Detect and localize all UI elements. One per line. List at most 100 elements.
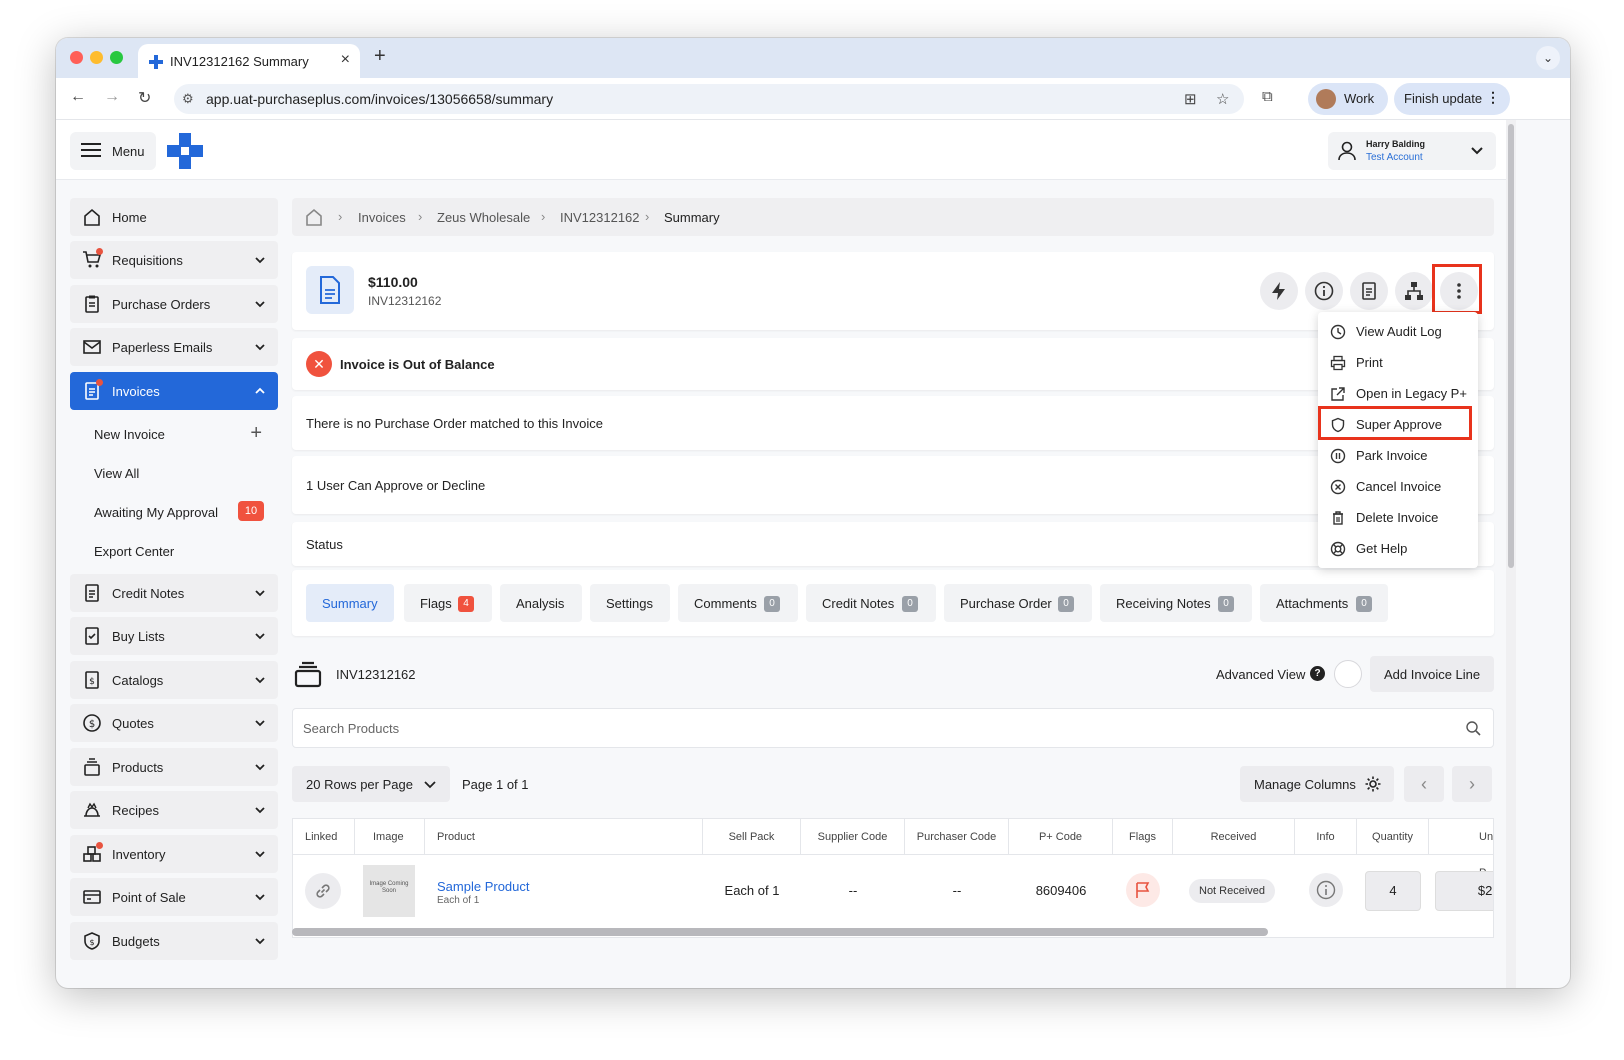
advanced-view-toggle[interactable] <box>1334 660 1362 688</box>
sidebar-item-recipes[interactable]: Recipes <box>70 791 278 829</box>
scrollbar-thumb[interactable] <box>1508 124 1514 568</box>
tab-bar: INV12312162 Summary × + ⌄ <box>56 38 1570 78</box>
browser-toolbar: ← → ↻ ⚙ app.uat-purchaseplus.com/invoice… <box>56 78 1570 120</box>
menu-item-get-help[interactable]: Get Help <box>1318 533 1478 564</box>
menu-item-cancel-invoice[interactable]: Cancel Invoice <box>1318 471 1478 502</box>
sidebar-item-products[interactable]: Products <box>70 748 278 786</box>
user-menu[interactable]: Harry Balding Test Account <box>1328 132 1496 170</box>
quantity-input[interactable]: 4 <box>1365 871 1421 911</box>
breadcrumb-separator: › <box>541 209 546 224</box>
breadcrumb-item-supplier[interactable]: Zeus Wholesale <box>437 210 530 225</box>
address-bar[interactable]: ⚙ app.uat-purchaseplus.com/invoices/1305… <box>174 84 1244 114</box>
sidebar-item-invoices[interactable]: Invoices <box>70 372 278 410</box>
breadcrumb-item-invoices[interactable]: Invoices <box>358 210 406 225</box>
close-window-button[interactable] <box>70 51 83 64</box>
new-tab-icon[interactable]: + <box>374 45 386 68</box>
sidebar-item-catalogs[interactable]: $ Catalogs <box>70 661 278 699</box>
tab-receiving-notes[interactable]: Receiving Notes 0 <box>1100 584 1252 622</box>
quick-actions-button[interactable] <box>1260 272 1298 310</box>
breadcrumb-separator: › <box>418 209 423 224</box>
sidebar-item-buy-lists[interactable]: Buy Lists <box>70 617 278 655</box>
back-icon[interactable]: ← <box>70 88 86 106</box>
menu-item-open-legacy[interactable]: Open in Legacy P+ <box>1318 378 1478 409</box>
menu-item-park-invoice[interactable]: Park Invoice <box>1318 440 1478 471</box>
help-icon[interactable]: ? <box>1310 666 1325 681</box>
document-button[interactable] <box>1350 272 1388 310</box>
column-header: Linked <box>293 819 355 855</box>
profile-button[interactable]: Work <box>1308 83 1388 115</box>
translate-icon[interactable]: ⊞ <box>1184 90 1197 108</box>
tab-purchase-order[interactable]: Purchase Order 0 <box>944 584 1092 622</box>
search-input[interactable] <box>303 709 1453 747</box>
unit-price-input[interactable]: $2. <box>1435 871 1493 911</box>
rows-per-page-select[interactable]: 20 Rows per Page <box>292 766 450 802</box>
app-header: Menu Harry Balding Test Account <box>56 120 1506 180</box>
tab-list-chevron-icon[interactable]: ⌄ <box>1536 46 1560 70</box>
tab-comments[interactable]: Comments 0 <box>678 584 798 622</box>
purchaseplus-logo-icon[interactable] <box>166 132 204 170</box>
tab-flags[interactable]: Flags 4 <box>404 584 492 622</box>
hierarchy-button[interactable] <box>1395 272 1433 310</box>
user-account: Test Account <box>1366 152 1423 163</box>
product-name-link[interactable]: Sample Product <box>437 879 530 894</box>
maximize-window-button[interactable] <box>110 51 123 64</box>
line-info-button[interactable] <box>1309 873 1343 907</box>
menu-item-delete-invoice[interactable]: Delete Invoice <box>1318 502 1478 533</box>
menu-button[interactable]: Menu <box>70 132 156 170</box>
tab-credit-notes[interactable]: Credit Notes 0 <box>806 584 936 622</box>
sidebar-item-home[interactable]: Home <box>70 198 278 236</box>
tab-settings[interactable]: Settings <box>590 584 670 622</box>
sidebar-item-quotes[interactable]: $ Quotes <box>70 704 278 742</box>
next-page-button[interactable]: › <box>1452 766 1492 802</box>
sidebar-item-label: Paperless Emails <box>112 340 213 355</box>
search-icon[interactable] <box>1465 720 1481 736</box>
tab-analysis[interactable]: Analysis <box>500 584 582 622</box>
extensions-icon[interactable]: ⧉ <box>1262 88 1273 105</box>
vertical-scrollbar[interactable] <box>1506 120 1516 988</box>
manage-columns-button[interactable]: Manage Columns <box>1240 766 1394 802</box>
breadcrumb: › Invoices › Zeus Wholesale › INV1231216… <box>292 198 1494 236</box>
tab-summary[interactable]: Summary <box>306 584 394 622</box>
sidebar-item-requisitions[interactable]: Requisitions <box>70 241 278 279</box>
browser-tab[interactable]: INV12312162 Summary × <box>138 44 360 78</box>
plus-icon[interactable]: + <box>250 422 262 445</box>
tab-count-badge: 0 <box>764 596 780 612</box>
breadcrumb-item-invoice-number[interactable]: INV12312162 <box>560 210 640 225</box>
lightning-icon <box>1272 282 1285 300</box>
finish-update-button[interactable]: Finish update ⋮ <box>1394 83 1510 115</box>
site-settings-icon[interactable]: ⚙ <box>182 91 194 107</box>
sidebar-subitem-awaiting-approval[interactable]: Awaiting My Approval 10 <box>70 496 278 528</box>
rows-per-page-label: 20 Rows per Page <box>306 777 413 792</box>
url-text[interactable]: app.uat-purchaseplus.com/invoices/130566… <box>206 91 553 107</box>
avatar <box>1316 89 1336 109</box>
minimize-window-button[interactable] <box>90 51 103 64</box>
tab-attachments[interactable]: Attachments 0 <box>1260 584 1388 622</box>
add-invoice-line-button[interactable]: Add Invoice Line <box>1370 656 1494 692</box>
column-header: Info <box>1295 819 1357 855</box>
flags-button[interactable] <box>1126 873 1160 907</box>
sidebar-item-point-of-sale[interactable]: Point of Sale <box>70 878 278 916</box>
sidebar-subitem-view-all[interactable]: View All <box>70 457 278 489</box>
forward-icon[interactable]: → <box>104 88 120 106</box>
close-tab-icon[interactable]: × <box>341 51 350 69</box>
previous-page-button[interactable]: ‹ <box>1404 766 1444 802</box>
menu-item-view-audit-log[interactable]: View Audit Log <box>1318 316 1478 347</box>
home-icon[interactable] <box>304 207 324 227</box>
link-button[interactable] <box>305 873 341 909</box>
sidebar-item-purchase-orders[interactable]: Purchase Orders <box>70 285 278 323</box>
sidebar-item-credit-notes[interactable]: Credit Notes <box>70 574 278 612</box>
column-header: Flags <box>1113 819 1173 855</box>
info-button[interactable] <box>1305 272 1343 310</box>
reload-icon[interactable]: ↻ <box>138 88 151 108</box>
browser-menu-icon[interactable]: ⋮ <box>1486 89 1500 106</box>
menu-item-print[interactable]: Print <box>1318 347 1478 378</box>
sidebar-subitem-export-center[interactable]: Export Center <box>70 535 278 567</box>
page-indicator: Page 1 of 1 <box>462 777 529 792</box>
sidebar-subitem-new-invoice[interactable]: New Invoice + <box>70 418 278 450</box>
sidebar-item-budgets[interactable]: $ Budgets <box>70 922 278 960</box>
sidebar-item-paperless-emails[interactable]: Paperless Emails <box>70 328 278 366</box>
bookmark-star-icon[interactable]: ☆ <box>1216 90 1229 108</box>
sidebar-item-inventory[interactable]: Inventory <box>70 835 278 873</box>
chevron-down-icon <box>255 764 265 771</box>
horizontal-scrollbar[interactable] <box>292 928 1268 936</box>
